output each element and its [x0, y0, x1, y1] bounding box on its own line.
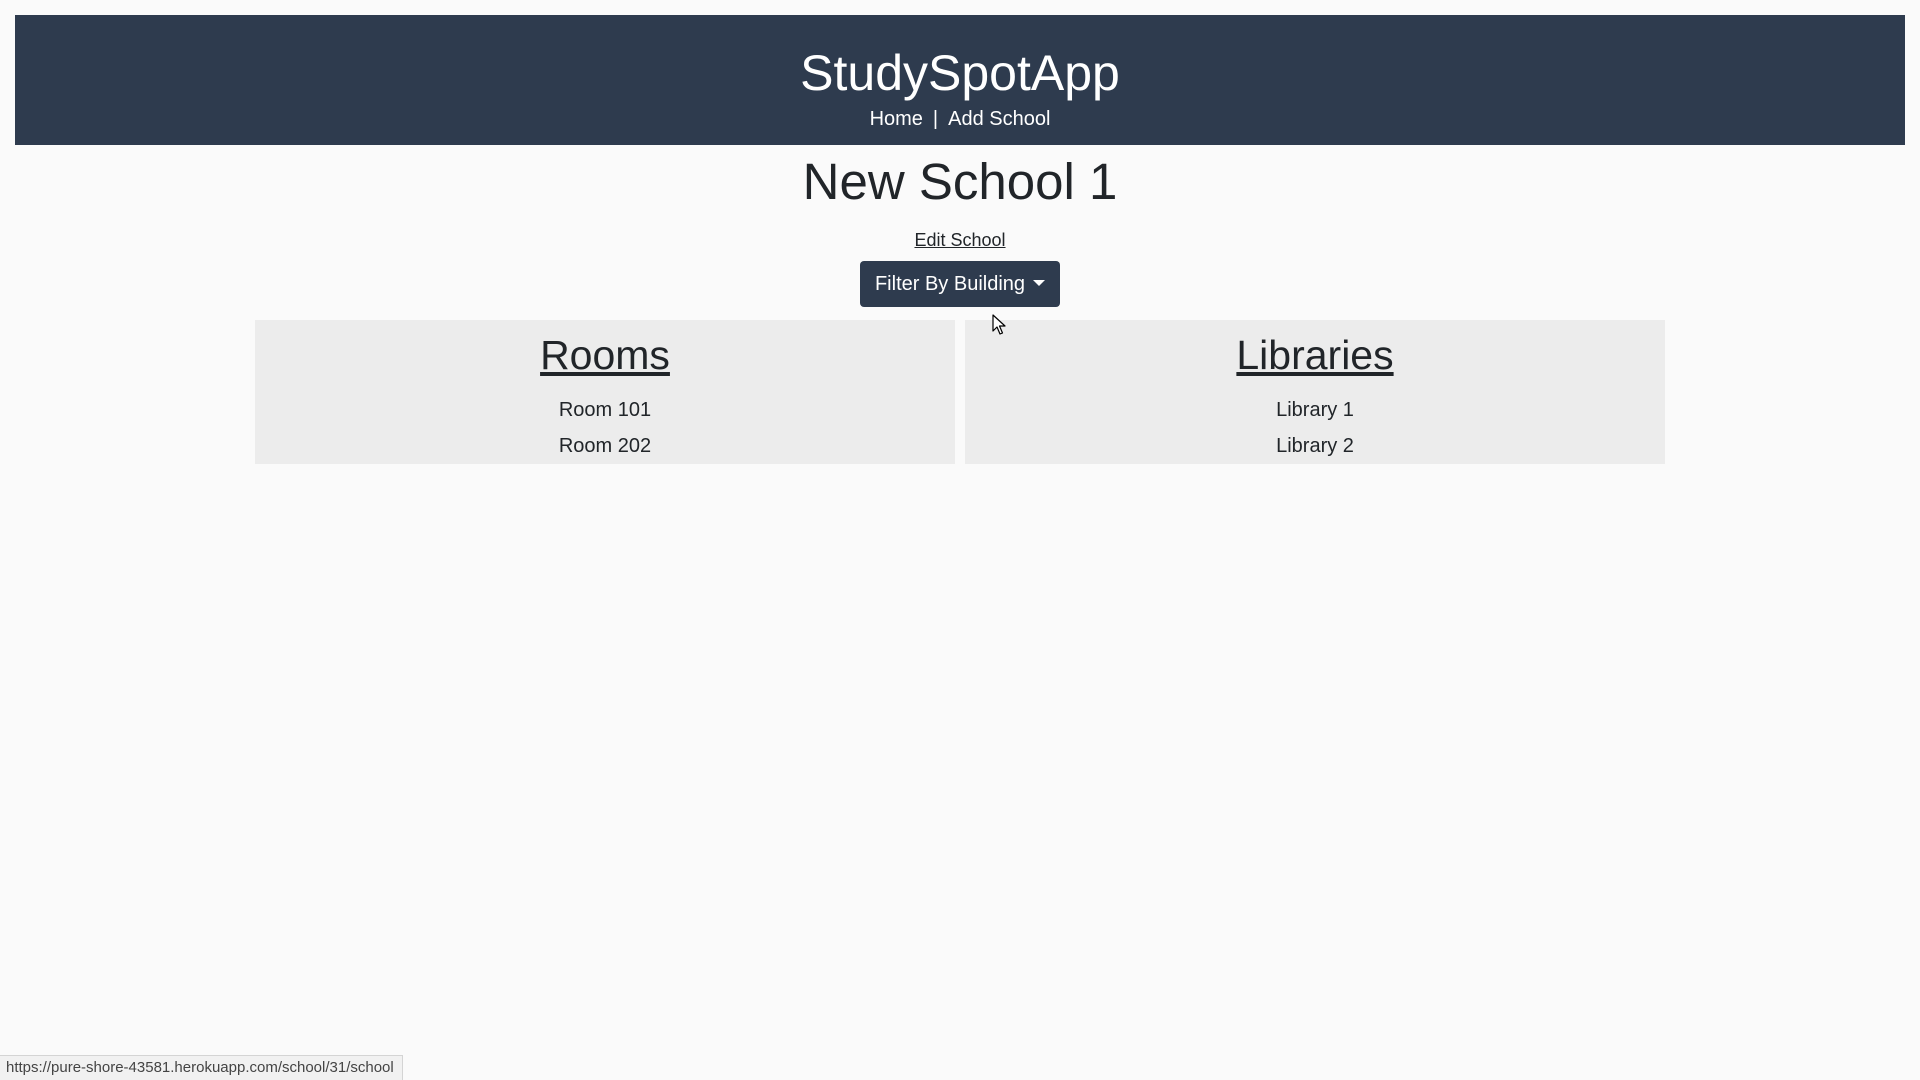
caret-down-icon	[1033, 280, 1046, 286]
page-title: New School 1	[802, 153, 1118, 210]
libraries-heading-link[interactable]: Libraries	[1236, 332, 1393, 378]
nav-add-school-link[interactable]: Add School	[948, 108, 1050, 130]
rooms-heading-link[interactable]: Rooms	[540, 332, 670, 378]
rooms-list: Room 101 Room 202	[255, 380, 955, 464]
nav-home-link[interactable]: Home	[870, 108, 923, 130]
page: StudySpotApp Home | Add School New School …	[0, 0, 1920, 1080]
main-nav: Home | Add School	[15, 107, 1905, 131]
edit-school-container: Edit School	[0, 228, 1920, 252]
room-list-item[interactable]: Room 101	[255, 392, 955, 428]
site-header: StudySpotApp Home | Add School	[15, 15, 1905, 145]
nav-separator: |	[932, 108, 939, 130]
library-list-item[interactable]: Library 2	[965, 428, 1665, 464]
edit-school-link[interactable]: Edit School	[914, 230, 1005, 250]
filter-button-label: Filter By Building	[874, 273, 1026, 295]
libraries-heading: Libraries	[965, 320, 1665, 380]
library-list-item[interactable]: Library 1	[965, 392, 1665, 428]
room-list-item[interactable]: Room 202	[255, 428, 955, 464]
rooms-heading: Rooms	[255, 320, 955, 380]
mouse-cursor-icon	[992, 314, 1006, 335]
libraries-panel: Libraries Library 1 Library 2	[965, 320, 1665, 464]
rooms-panel: Rooms Room 101 Room 202	[255, 320, 955, 464]
status-bar-url: https://pure-shore-43581.herokuapp.com/s…	[0, 1055, 403, 1080]
app-brand[interactable]: StudySpotApp	[15, 43, 1905, 103]
libraries-list: Library 1 Library 2	[965, 380, 1665, 464]
filter-by-building-button[interactable]: Filter By Building	[860, 261, 1060, 307]
